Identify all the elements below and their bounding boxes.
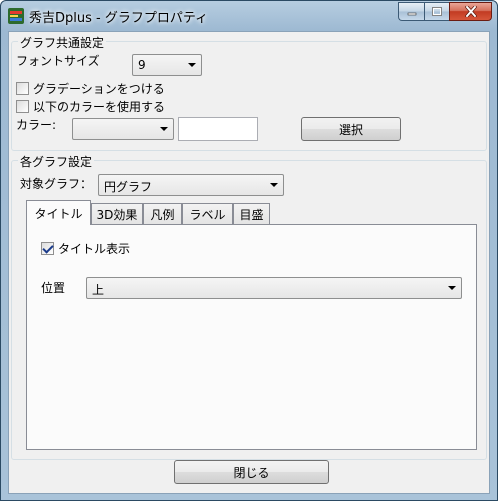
color-select[interactable]	[72, 118, 174, 140]
target-graph-label: 対象グラフ：	[20, 177, 93, 191]
close-button-label: 閉じる	[233, 465, 270, 480]
close-icon	[464, 6, 477, 17]
target-graph-select[interactable]: 円グラフ	[98, 174, 284, 196]
window-title: 秀吉Dplus - グラフプロパティ	[29, 11, 209, 26]
target-graph-value: 円グラフ	[104, 180, 153, 194]
close-button[interactable]: 閉じる	[174, 460, 329, 484]
position-label: 位置	[41, 281, 66, 295]
title-show-checkbox-label: タイトル表示	[58, 242, 131, 256]
hidekichi-app-icon	[8, 8, 24, 24]
use-color-checkbox[interactable]: 以下のカラーを使用する	[16, 98, 165, 115]
color-text-field[interactable]	[178, 117, 258, 141]
dialog-client-area: グラフ共通設定 フォントサイズ 9 グラデーションをつける 以下のカラーを使用す…	[8, 31, 490, 494]
tab-title[interactable]: タイトル	[26, 200, 91, 225]
minimize-icon	[407, 12, 416, 15]
tab-scale[interactable]: 目盛	[233, 203, 270, 225]
gradient-checkbox-label: グラデーションをつける	[33, 82, 165, 96]
gradient-checkbox[interactable]: グラデーションをつける	[16, 80, 165, 97]
font-size-label: フォントサイズ	[16, 54, 100, 68]
tab-legend-label: 凡例	[150, 208, 175, 222]
title-show-checkbox[interactable]: タイトル表示	[41, 240, 130, 257]
maximize-button[interactable]	[424, 2, 449, 21]
position-select[interactable]: 上	[86, 277, 462, 299]
title-show-checkbox-box[interactable]	[41, 242, 54, 255]
tab-3d-effect-label: 3D効果	[96, 208, 138, 222]
select-color-button[interactable]: 選択	[301, 117, 401, 141]
common-settings-group: グラフ共通設定 フォントサイズ 9 グラデーションをつける 以下のカラーを使用す…	[11, 34, 487, 151]
chevron-down-icon	[270, 183, 278, 187]
gradient-checkbox-box[interactable]	[16, 82, 29, 95]
caption-buttons	[398, 2, 492, 22]
tab-scale-label: 目盛	[239, 208, 264, 222]
tab-label[interactable]: ラベル	[182, 203, 233, 225]
position-value: 上	[92, 283, 105, 297]
tab-3d-effect[interactable]: 3D効果	[91, 203, 143, 225]
close-window-button[interactable]	[449, 2, 492, 21]
font-size-select[interactable]: 9	[132, 54, 202, 76]
tab-legend[interactable]: 凡例	[143, 203, 182, 225]
common-settings-legend: グラフ共通設定	[18, 34, 107, 51]
chevron-down-icon	[188, 63, 196, 67]
title-bar[interactable]: 秀吉Dplus - グラフプロパティ	[1, 1, 497, 31]
font-size-value: 9	[138, 58, 146, 72]
title-tab-panel: タイトル表示 位置 上	[26, 224, 477, 450]
use-color-checkbox-box[interactable]	[16, 100, 29, 113]
each-graph-settings-group: 各グラフ設定 対象グラフ： 円グラフ タイトル 3D効果 凡例 ラベル 目盛 タ…	[11, 153, 487, 460]
chevron-down-icon	[160, 127, 168, 131]
use-color-checkbox-label: 以下のカラーを使用する	[33, 100, 166, 114]
window-frame: 秀吉Dplus - グラフプロパティ グラフ共通設定 フォントサイズ 9 グラデ…	[0, 0, 498, 501]
select-color-button-label: 選択	[338, 122, 363, 137]
minimize-button[interactable]	[398, 2, 424, 21]
each-graph-settings-legend: 各グラフ設定	[18, 153, 95, 170]
maximize-icon	[432, 7, 442, 16]
chevron-down-icon	[448, 286, 456, 290]
tab-title-label: タイトル	[34, 206, 83, 221]
tab-label-label: ラベル	[189, 208, 226, 222]
color-label: カラー:	[16, 118, 57, 132]
